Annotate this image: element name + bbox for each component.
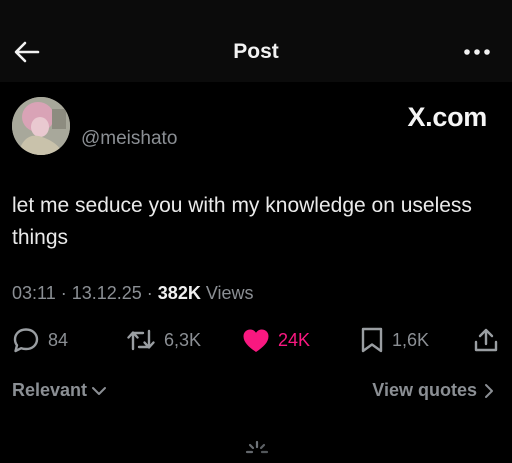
site-watermark: X.com bbox=[407, 102, 487, 132]
view-quotes-label: View quotes bbox=[372, 380, 477, 400]
views-label: Views bbox=[200, 283, 254, 303]
like-count: 24K bbox=[278, 329, 311, 350]
views-count[interactable]: 382K bbox=[158, 283, 201, 303]
reply-button[interactable]: 84 bbox=[12, 323, 68, 357]
view-quotes-link[interactable]: View quotes bbox=[372, 380, 496, 401]
bookmark-button[interactable]: 1,6K bbox=[360, 323, 429, 357]
repost-button[interactable]: 6,3K bbox=[126, 323, 201, 357]
reply-sort-dropdown[interactable]: Relevant bbox=[12, 380, 108, 401]
like-button[interactable]: 24K bbox=[242, 323, 310, 357]
repost-count: 6,3K bbox=[164, 329, 202, 350]
bookmark-icon bbox=[361, 327, 383, 353]
reply-sort-label: Relevant bbox=[12, 380, 88, 400]
more-options-button[interactable] bbox=[462, 45, 492, 59]
share-button[interactable] bbox=[473, 323, 499, 357]
repost-icon bbox=[127, 329, 155, 351]
page-title: Post bbox=[233, 40, 279, 63]
bookmark-count: 1,6K bbox=[392, 329, 430, 350]
reply-icon bbox=[13, 328, 39, 353]
author-handle[interactable]: @meishato bbox=[81, 128, 177, 150]
post-date: 13.12.25 bbox=[71, 283, 142, 303]
post-meta: 03:11 · 13.12.25 · 382K Views bbox=[12, 283, 254, 303]
more-horizontal-icon bbox=[464, 49, 490, 55]
chevron-down-icon bbox=[92, 386, 107, 395]
post-time: 03:11 bbox=[12, 283, 56, 303]
post-text: let me seduce you with my knowledge on u… bbox=[12, 194, 472, 249]
chevron-right-icon bbox=[485, 383, 493, 398]
avatar[interactable] bbox=[12, 97, 70, 155]
share-icon bbox=[474, 328, 498, 352]
loading-spinner-icon bbox=[245, 440, 269, 454]
action-bar: 84 6,3K 24K 1,6K bbox=[0, 323, 512, 357]
heart-filled-icon bbox=[243, 329, 269, 352]
reply-count: 84 bbox=[48, 329, 69, 350]
top-bar: Post bbox=[0, 0, 512, 82]
